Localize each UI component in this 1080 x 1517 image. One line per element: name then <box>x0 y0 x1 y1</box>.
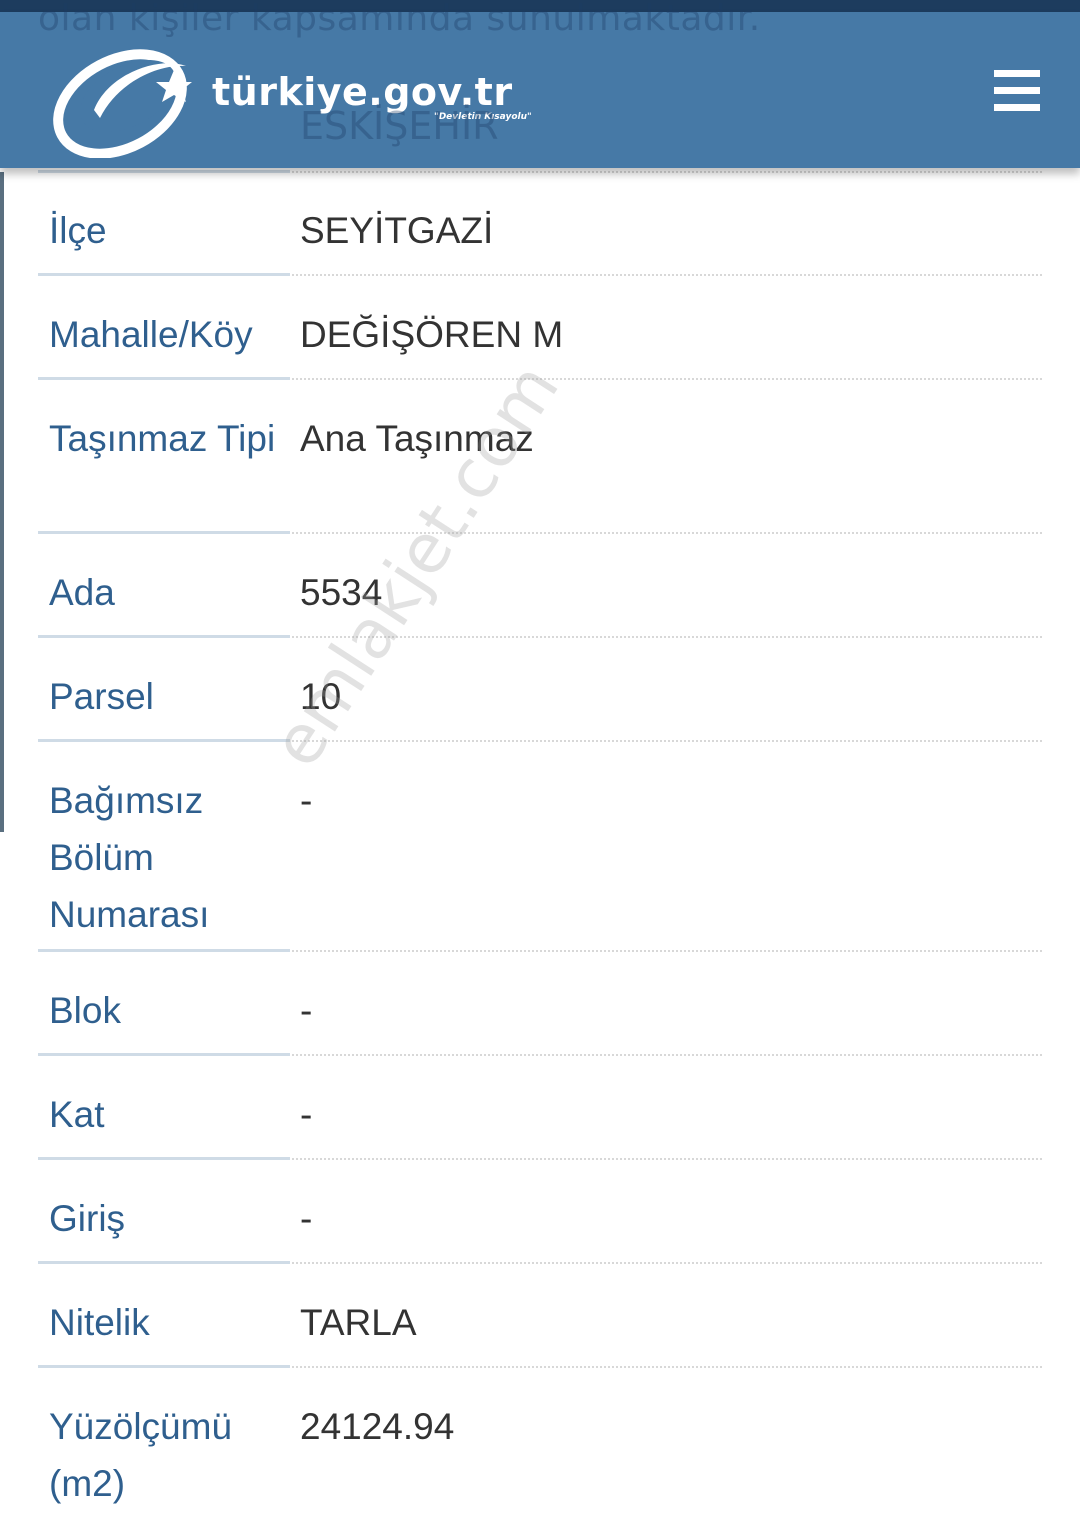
row-value-giris: - <box>300 1198 313 1239</box>
row-label-tasinmaz-tipi: Taşınmaz Tipi <box>49 418 276 459</box>
row-label-parsel: Parsel <box>49 676 154 717</box>
row-label-kat: Kat <box>49 1094 105 1135</box>
row-value-ilce: SEYİTGAZİ <box>300 210 494 251</box>
row-value-parsel: 10 <box>300 676 342 717</box>
status-strip <box>0 0 1080 12</box>
left-edge-shadow <box>0 172 4 832</box>
table-row: Mahalle/Köy DEĞİŞÖREN M <box>38 276 1042 380</box>
logo-wordmark: türkiye.gov.tr <box>212 70 513 114</box>
row-label-bagimsiz-bolum: Bağımsız Bölüm Numarası <box>49 780 210 935</box>
table-row: Yüzölçümü (m2) 24124.94 <box>38 1368 1042 1517</box>
row-label-ada: Ada <box>49 572 115 613</box>
table-row: Parsel 10 <box>38 638 1042 742</box>
menu-bar <box>994 87 1040 94</box>
row-value-nitelik: TARLA <box>300 1302 417 1343</box>
row-label-yuzolcumu: Yüzölçümü (m2) <box>49 1406 233 1504</box>
table-row: Bağımsız Bölüm Numarası - <box>38 742 1042 952</box>
row-value-kat: - <box>300 1094 313 1135</box>
hamburger-menu-icon[interactable] <box>994 70 1040 112</box>
menu-bar <box>994 104 1040 111</box>
row-label-giris: Giriş <box>49 1198 126 1239</box>
row-value-yuzolcumu: 24124.94 <box>300 1406 455 1447</box>
logo-tagline: "Devletin Kısayolu" <box>434 112 532 122</box>
row-value-tasinmaz-tipi: Ana Taşınmaz <box>300 418 534 459</box>
table-row: Ada 5534 <box>38 534 1042 638</box>
site-header: türkiye.gov.tr "Devletin Kısayolu" <box>0 12 1080 168</box>
table-row: Kat - <box>38 1056 1042 1160</box>
row-value-bagimsiz-bolum: - <box>300 780 313 821</box>
turkiye-gov-logo[interactable]: türkiye.gov.tr "Devletin Kısayolu" <box>48 26 568 158</box>
table-row: İlçe SEYİTGAZİ <box>38 172 1042 276</box>
page: olan kişiler kapsamında sunulmaktadır. t… <box>0 0 1080 1517</box>
property-info-table: İlçe SEYİTGAZİ Mahalle/Köy DEĞİŞÖREN M T… <box>38 172 1042 1517</box>
row-label-mahalle: Mahalle/Köy <box>49 314 253 355</box>
table-row: Taşınmaz Tipi Ana Taşınmaz <box>38 380 1042 534</box>
table-row: Blok - <box>38 952 1042 1056</box>
row-value-ada: 5534 <box>300 572 383 613</box>
menu-bar <box>994 70 1040 77</box>
row-value-blok: - <box>300 990 313 1031</box>
table-row: Nitelik TARLA <box>38 1264 1042 1368</box>
row-label-blok: Blok <box>49 990 121 1031</box>
table-row: Giriş - <box>38 1160 1042 1264</box>
crescent-star-logo-icon <box>53 49 192 158</box>
row-label-nitelik: Nitelik <box>49 1302 150 1343</box>
row-label-ilce: İlçe <box>49 210 107 251</box>
row-value-mahalle: DEĞİŞÖREN M <box>300 314 564 355</box>
